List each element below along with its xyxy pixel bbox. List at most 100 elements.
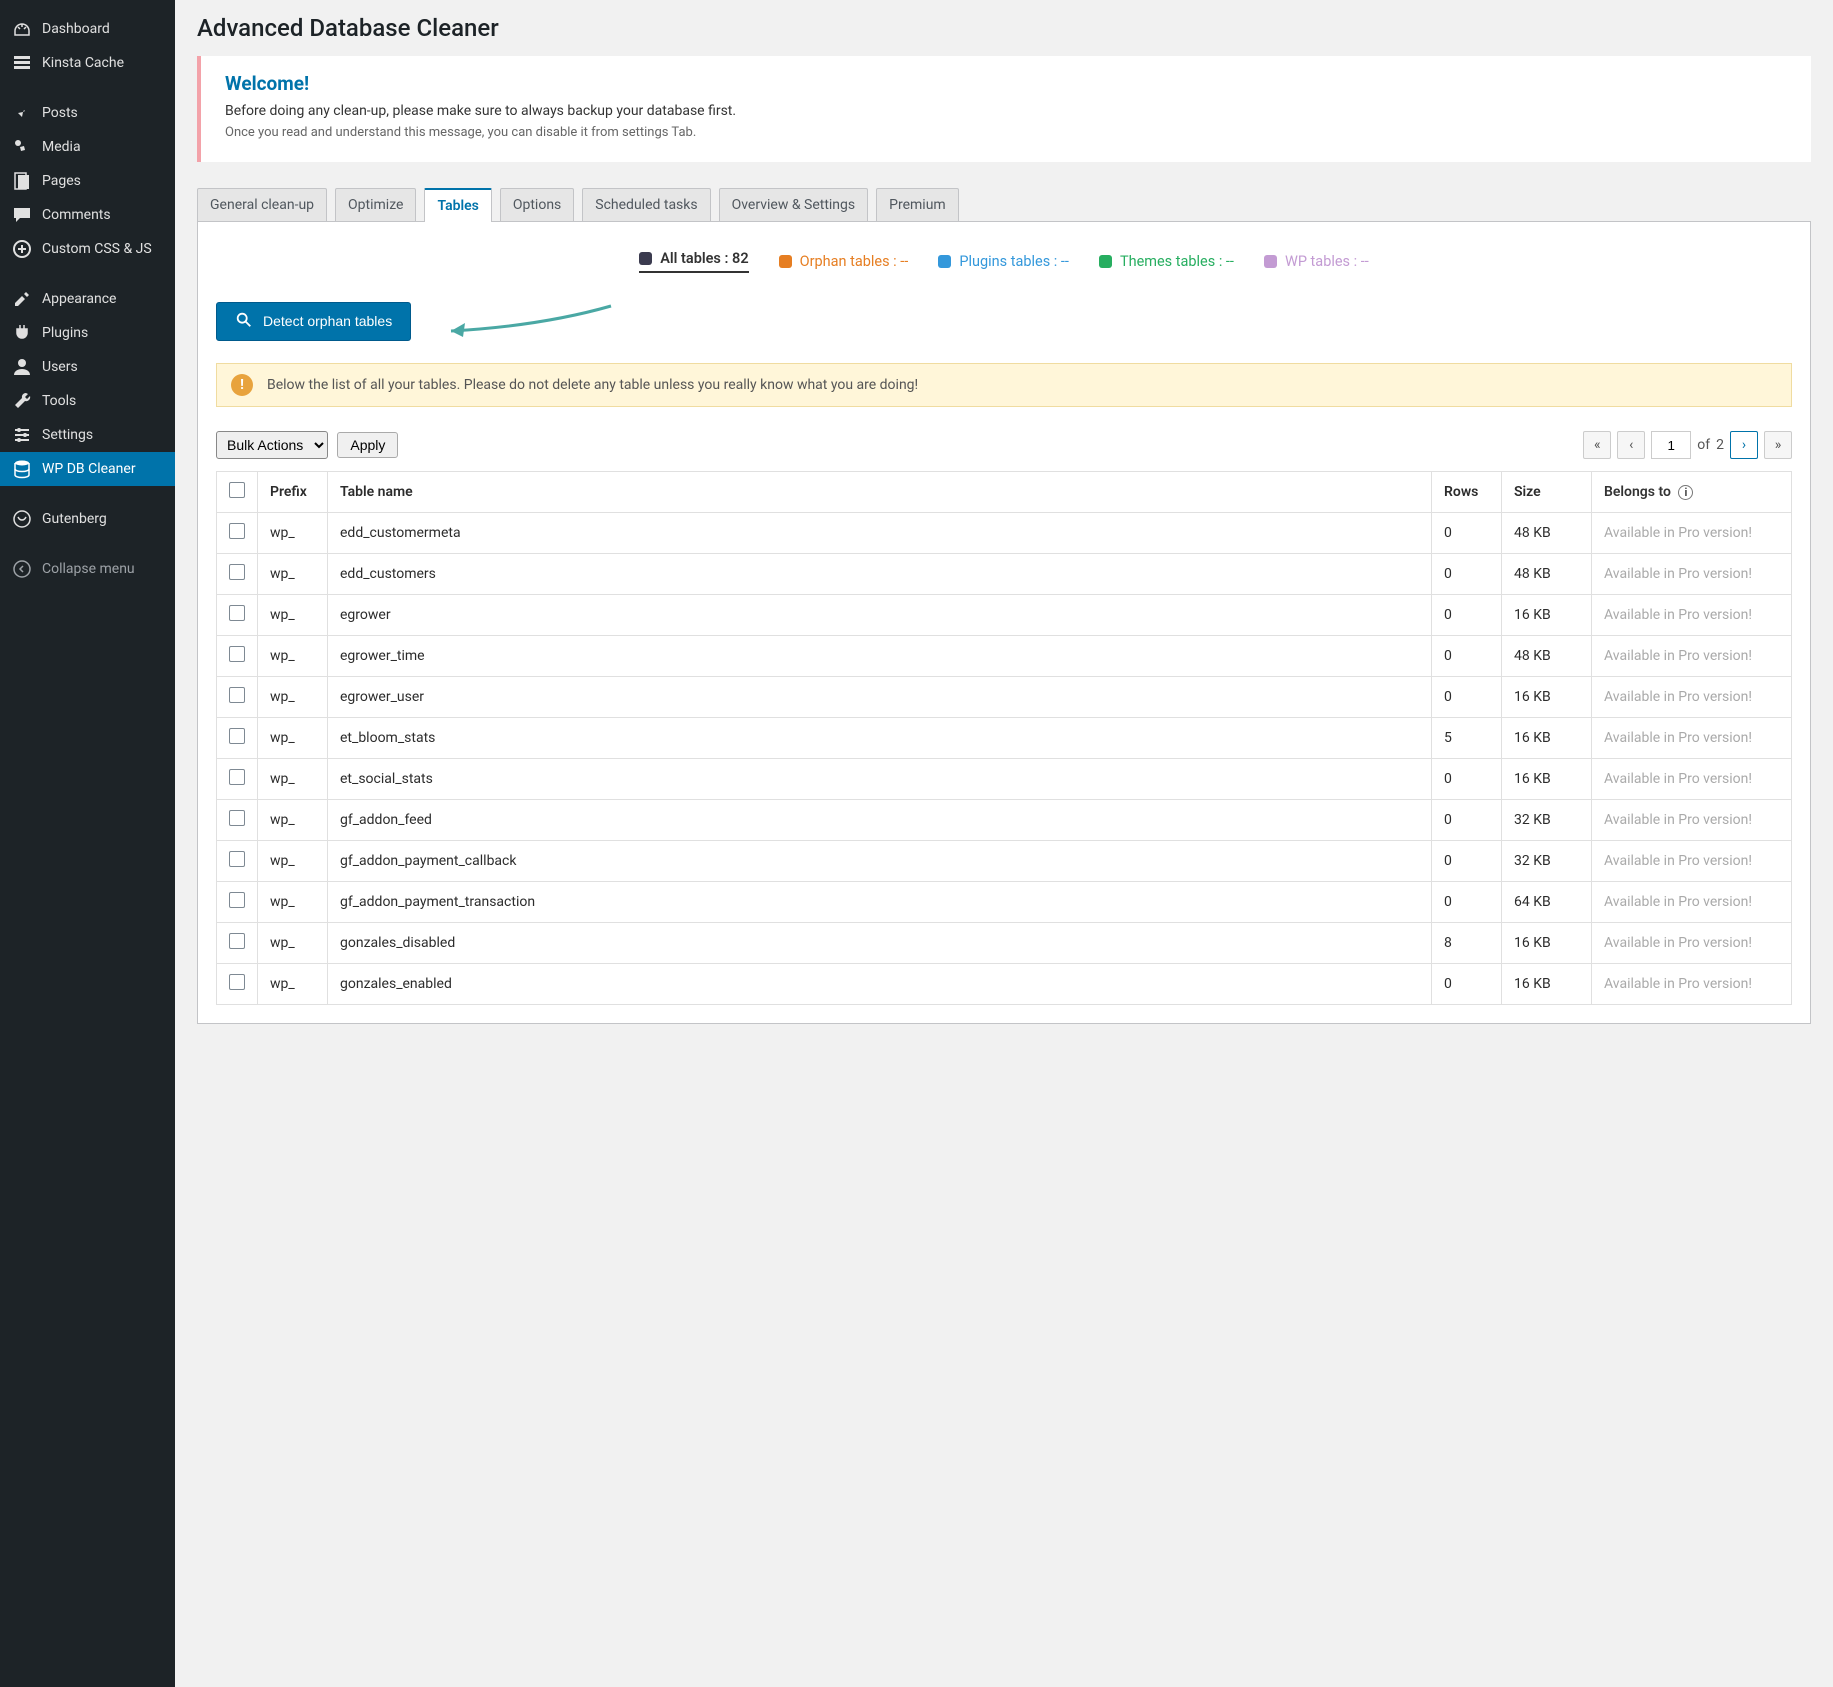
cell-table-name: egrower_user xyxy=(328,677,1432,718)
header-prefix[interactable]: Prefix xyxy=(258,472,328,513)
cell-belongs: Available in Pro version! xyxy=(1592,923,1792,964)
pager-prev-button[interactable]: ‹ xyxy=(1617,431,1645,459)
row-checkbox[interactable] xyxy=(229,687,245,703)
cell-belongs: Available in Pro version! xyxy=(1592,800,1792,841)
cell-rows: 0 xyxy=(1432,759,1502,800)
tab-overview-settings[interactable]: Overview & Settings xyxy=(719,188,869,221)
cell-size: 16 KB xyxy=(1502,677,1592,718)
cell-belongs: Available in Pro version! xyxy=(1592,513,1792,554)
cell-prefix: wp_ xyxy=(258,923,328,964)
cell-size: 16 KB xyxy=(1502,718,1592,759)
row-checkbox[interactable] xyxy=(229,769,245,785)
cell-size: 16 KB xyxy=(1502,759,1592,800)
row-checkbox[interactable] xyxy=(229,974,245,990)
cell-table-name: edd_customermeta xyxy=(328,513,1432,554)
pager-first-button[interactable]: « xyxy=(1583,431,1611,459)
table-row: wp_ edd_customermeta 0 48 KB Available i… xyxy=(217,513,1792,554)
cell-table-name: gf_addon_payment_callback xyxy=(328,841,1432,882)
search-icon xyxy=(235,311,253,332)
row-checkbox[interactable] xyxy=(229,605,245,621)
pager-of-label: of xyxy=(1697,437,1710,453)
pager-next-button[interactable]: › xyxy=(1730,431,1758,459)
cell-belongs: Available in Pro version! xyxy=(1592,882,1792,923)
sidebar-item-label: Users xyxy=(42,359,78,375)
cell-prefix: wp_ xyxy=(258,964,328,1005)
cell-table-name: gf_addon_payment_transaction xyxy=(328,882,1432,923)
cell-size: 16 KB xyxy=(1502,595,1592,636)
detect-orphan-tables-button[interactable]: Detect orphan tables xyxy=(216,302,411,341)
detect-button-label: Detect orphan tables xyxy=(263,313,392,329)
welcome-title: Welcome! xyxy=(225,72,1787,95)
cell-prefix: wp_ xyxy=(258,841,328,882)
row-checkbox[interactable] xyxy=(229,810,245,826)
detect-row: Detect orphan tables xyxy=(216,301,1792,341)
cell-prefix: wp_ xyxy=(258,718,328,759)
sidebar-item-label: Appearance xyxy=(42,291,116,307)
row-checkbox[interactable] xyxy=(229,933,245,949)
row-checkbox[interactable] xyxy=(229,523,245,539)
header-size[interactable]: Size xyxy=(1502,472,1592,513)
header-checkbox xyxy=(217,472,258,513)
filter-orphan[interactable]: Orphan tables : -- xyxy=(779,253,909,270)
tab-options[interactable]: Options xyxy=(500,188,574,221)
tab-scheduled-tasks[interactable]: Scheduled tasks xyxy=(582,188,710,221)
pager-page-input[interactable] xyxy=(1651,431,1691,459)
cell-rows: 0 xyxy=(1432,554,1502,595)
table-filters: All tables : 82 Orphan tables : -- Plugi… xyxy=(216,250,1792,273)
collapse-icon xyxy=(12,559,32,579)
row-checkbox[interactable] xyxy=(229,564,245,580)
row-checkbox[interactable] xyxy=(229,892,245,908)
welcome-card: Welcome! Before doing any clean-up, plea… xyxy=(197,56,1811,162)
tab-tables[interactable]: Tables xyxy=(424,188,491,222)
tab-optimize[interactable]: Optimize xyxy=(335,188,416,221)
page-title: Advanced Database Cleaner xyxy=(197,14,1811,42)
cell-belongs: Available in Pro version! xyxy=(1592,759,1792,800)
header-belongs[interactable]: Belongs to i xyxy=(1592,472,1792,513)
apply-button[interactable]: Apply xyxy=(337,432,398,458)
main-content: Advanced Database Cleaner Welcome! Befor… xyxy=(175,0,1833,1687)
filter-wp[interactable]: WP tables : -- xyxy=(1264,253,1369,270)
pager-last-button[interactable]: » xyxy=(1764,431,1792,459)
filter-plugins[interactable]: Plugins tables : -- xyxy=(938,253,1069,270)
sidebar-item-wp-db-cleaner[interactable]: WP DB Cleaner xyxy=(0,452,175,486)
warning-notice: ! Below the list of all your tables. Ple… xyxy=(216,363,1792,407)
cell-table-name: gf_addon_feed xyxy=(328,800,1432,841)
table-row: wp_ gf_addon_payment_transaction 0 64 KB… xyxy=(217,882,1792,923)
header-rows[interactable]: Rows xyxy=(1432,472,1502,513)
tab-general-clean-up[interactable]: General clean-up xyxy=(197,188,327,221)
collapse-menu[interactable]: Collapse menu xyxy=(0,552,175,586)
cell-rows: 0 xyxy=(1432,841,1502,882)
cell-table-name: et_social_stats xyxy=(328,759,1432,800)
row-checkbox[interactable] xyxy=(229,646,245,662)
select-all-checkbox[interactable] xyxy=(229,482,245,498)
row-checkbox[interactable] xyxy=(229,728,245,744)
tab-premium[interactable]: Premium xyxy=(876,188,959,221)
row-checkbox[interactable] xyxy=(229,851,245,867)
cell-table-name: egrower xyxy=(328,595,1432,636)
cell-prefix: wp_ xyxy=(258,759,328,800)
sidebar-item-label: Tools xyxy=(42,393,76,409)
cell-belongs: Available in Pro version! xyxy=(1592,841,1792,882)
sidebar-item-label: Plugins xyxy=(42,325,88,341)
square-icon xyxy=(1264,255,1277,268)
sidebar-item-label: Media xyxy=(42,139,81,155)
filter-themes[interactable]: Themes tables : -- xyxy=(1099,253,1234,270)
square-icon xyxy=(639,252,652,265)
info-icon[interactable]: i xyxy=(1678,485,1693,500)
square-icon xyxy=(938,255,951,268)
cell-size: 32 KB xyxy=(1502,841,1592,882)
cell-prefix: wp_ xyxy=(258,595,328,636)
cell-rows: 5 xyxy=(1432,718,1502,759)
cell-table-name: et_bloom_stats xyxy=(328,718,1432,759)
table-row: wp_ egrower 0 16 KB Available in Pro ver… xyxy=(217,595,1792,636)
header-name[interactable]: Table name xyxy=(328,472,1432,513)
cell-size: 64 KB xyxy=(1502,882,1592,923)
header-belongs-label: Belongs to xyxy=(1604,484,1671,500)
filter-all[interactable]: All tables : 82 xyxy=(639,250,748,273)
sidebar-item-label: Settings xyxy=(42,427,93,443)
admin-sidebar: DashboardKinsta CachePostsMediaPagesComm… xyxy=(0,0,175,1687)
sidebar-item-label: Pages xyxy=(42,173,81,189)
cell-rows: 0 xyxy=(1432,800,1502,841)
bulk-actions-select[interactable]: Bulk Actions xyxy=(216,431,328,459)
sidebar-item-label: Dashboard xyxy=(42,21,110,37)
